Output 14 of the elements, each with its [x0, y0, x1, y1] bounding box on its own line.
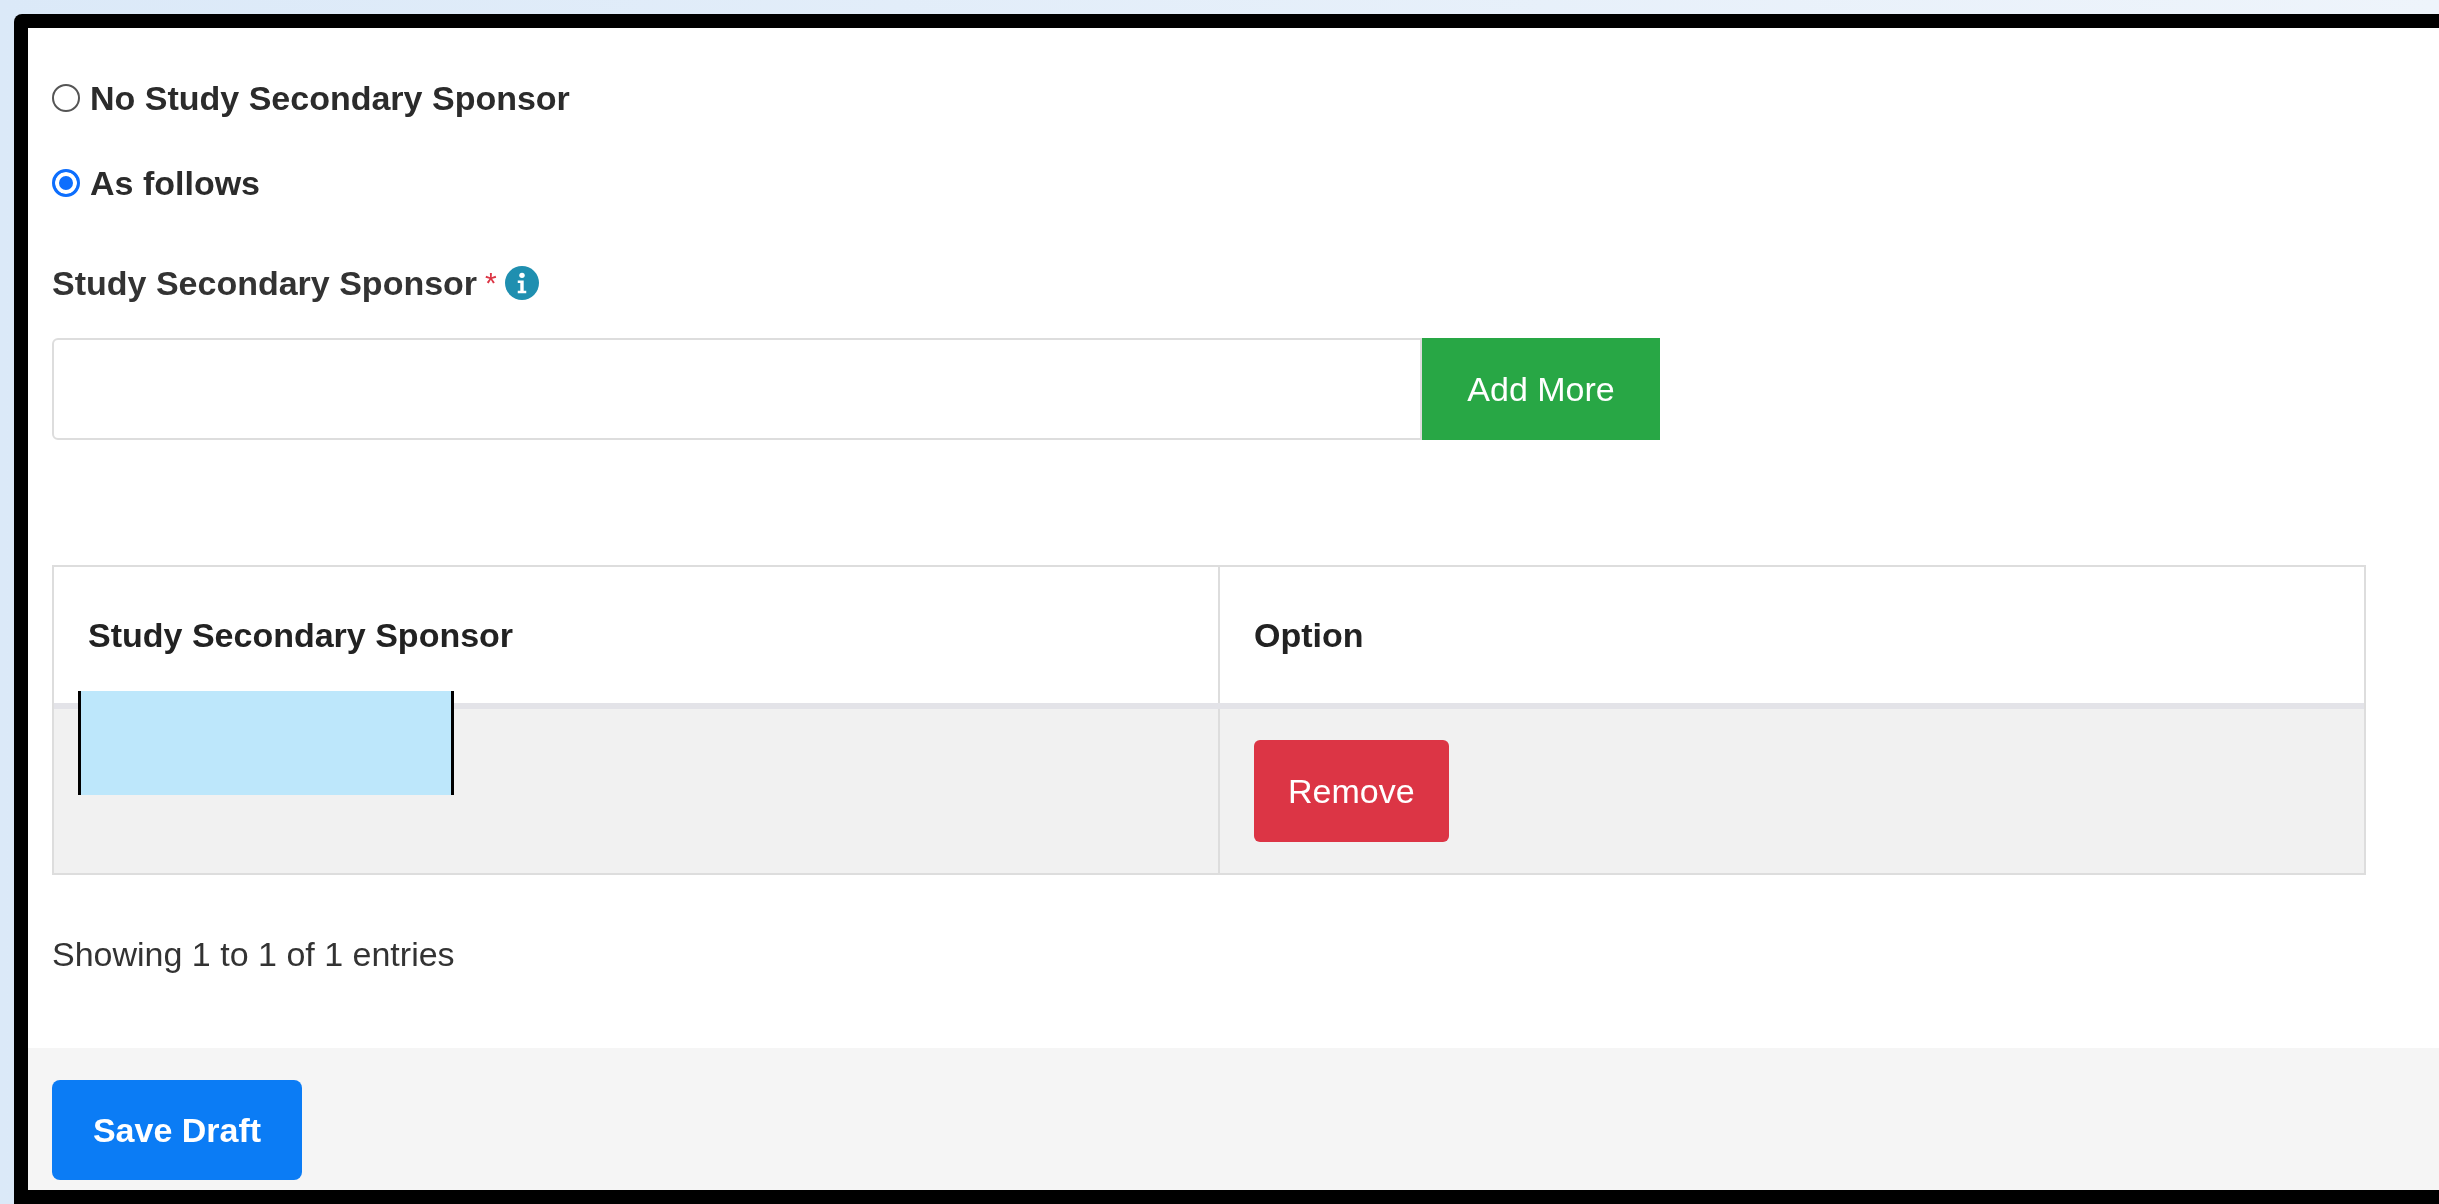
radio-button[interactable]: [52, 84, 80, 112]
entries-info: Showing 1 to 1 of 1 entries: [52, 935, 456, 974]
remove-button[interactable]: Remove: [1254, 740, 1449, 842]
column-header: Option: [1254, 615, 1364, 655]
required-mark: *: [485, 266, 497, 300]
field-label: Study Secondary Sponsor: [52, 263, 478, 303]
sponsor-input-field[interactable]: [52, 338, 1422, 440]
column-header: Study Secondary Sponsor: [88, 615, 514, 655]
radio-button[interactable]: [52, 169, 80, 197]
radio-label[interactable]: No Study Secondary Sponsor: [90, 78, 570, 118]
info-icon[interactable]: [504, 266, 539, 300]
radio-label[interactable]: As follows: [90, 163, 261, 203]
save-draft-button[interactable]: Save Draft: [52, 1080, 302, 1180]
add-more-button[interactable]: Add More: [1422, 338, 1660, 440]
